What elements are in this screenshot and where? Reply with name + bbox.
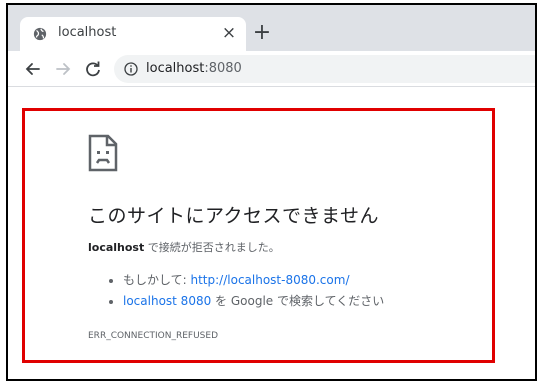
info-icon[interactable] [124, 62, 138, 76]
list-item: もしかして: http://localhost-8080.com/ [109, 270, 384, 291]
sad-document-icon [88, 134, 118, 172]
reload-icon[interactable] [82, 58, 104, 80]
tab-title: localhost [58, 25, 117, 40]
error-title: このサイトにアクセスできません [88, 205, 379, 227]
toolbar: localhost:8080 [8, 51, 535, 87]
list-item: localhost 8080 を Google で検索してください [109, 291, 384, 312]
google-search-link[interactable]: localhost 8080 [123, 294, 211, 308]
suggestion-list: もしかして: http://localhost-8080.com/ localh… [109, 270, 384, 312]
suggested-url-link[interactable]: http://localhost-8080.com/ [191, 273, 350, 287]
globe-icon [33, 27, 47, 41]
new-tab-button[interactable]: + [250, 22, 274, 46]
tab-localhost[interactable]: localhost × [20, 17, 246, 51]
error-code: ERR_CONNECTION_REFUSED [88, 331, 218, 341]
forward-arrow-icon[interactable] [52, 58, 74, 80]
highlight-box: このサイトにアクセスできません localhost で接続が拒否されました。 も… [22, 108, 495, 363]
back-arrow-icon[interactable] [22, 58, 44, 80]
address-bar[interactable]: localhost:8080 [114, 55, 535, 83]
url-text[interactable]: localhost:8080 [146, 61, 242, 76]
close-icon[interactable]: × [220, 24, 238, 42]
error-message: localhost で接続が拒否されました。 [88, 241, 280, 254]
tab-strip: localhost × + [8, 5, 535, 51]
